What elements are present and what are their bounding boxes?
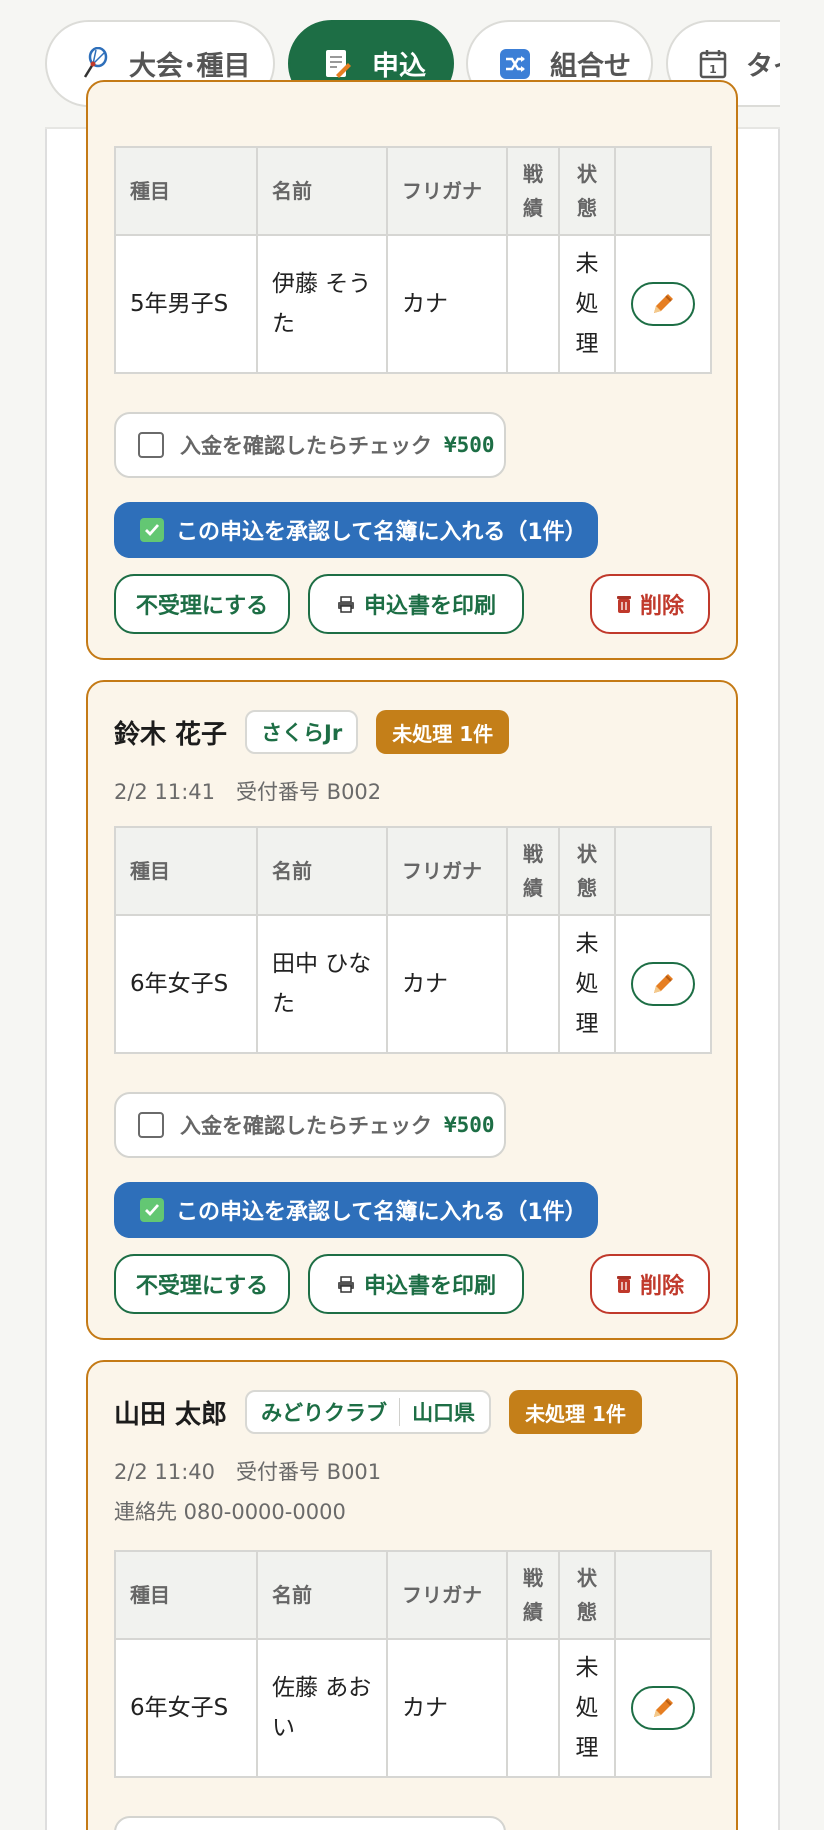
payment-amount: ¥500 — [444, 1113, 495, 1137]
payment-confirm-checkbox[interactable]: 入金を確認したらチェック ¥500 — [114, 412, 506, 478]
reject-button[interactable]: 不受理にする — [114, 1254, 290, 1314]
print-button[interactable]: 申込書を印刷 — [308, 574, 524, 634]
memo-icon — [320, 47, 354, 81]
cell-record — [506, 234, 560, 374]
table-row: 6年女子S 佐藤 あおい カナ 未処理 — [114, 1638, 712, 1778]
payment-confirm-checkbox[interactable]: 入金を確認したらチェック ¥500 — [114, 1092, 506, 1158]
payment-confirm-checkbox[interactable] — [114, 1816, 506, 1830]
col-name: 名前 — [256, 146, 388, 236]
payment-label: 入金を確認したらチェック — [180, 434, 432, 458]
cell-furigana: カナ — [386, 234, 508, 374]
delete-button[interactable]: 削除 — [590, 574, 710, 634]
application-card: 種目 名前 フリガナ 戦績 状態 5年男子S 伊藤 そうた カナ 未処理 入金を… — [86, 80, 738, 660]
checkbox[interactable] — [138, 432, 164, 458]
trash-icon — [616, 594, 632, 614]
cell-record — [506, 1638, 560, 1778]
col-record: 戦績 — [506, 826, 560, 916]
col-actions — [614, 146, 712, 236]
cell-event: 5年男子S — [114, 234, 258, 374]
applicant-name: 山田 太郎 — [114, 1399, 228, 1430]
edit-button[interactable] — [631, 1686, 695, 1730]
col-status: 状態 — [558, 826, 616, 916]
calendar-icon: 1 — [698, 47, 728, 81]
cell-status: 未処理 — [558, 914, 616, 1054]
payment-amount: ¥500 — [444, 433, 495, 457]
delete-button[interactable]: 削除 — [590, 1254, 710, 1314]
col-record: 戦績 — [506, 146, 560, 236]
edit-button[interactable] — [631, 962, 695, 1006]
printer-icon — [336, 1275, 356, 1293]
received-info: 2/2 11:40 受付番号 B001 — [114, 1460, 382, 1484]
svg-text:1: 1 — [709, 63, 717, 76]
tab-label: 大会･種目 — [129, 51, 251, 82]
club-tag: さくらJr — [245, 710, 359, 754]
printer-icon — [336, 595, 356, 613]
application-card: 山田 太郎 みどりクラブ 山口県 未処理 1件 2/2 11:40 受付番号 B… — [86, 1360, 738, 1830]
applicant-name: 鈴木 花子 — [114, 719, 228, 750]
cell-furigana: カナ — [386, 1638, 508, 1778]
approve-toggle[interactable]: この申込を承認して名簿に入れる（1件） — [114, 502, 598, 558]
contact-info: 連絡先 080-0000-0000 — [114, 1500, 346, 1524]
check-icon — [140, 518, 164, 542]
cell-name: 伊藤 そうた — [256, 234, 388, 374]
tab-label: 申込 — [372, 51, 426, 82]
cell-status: 未処理 — [558, 1638, 616, 1778]
print-button[interactable]: 申込書を印刷 — [308, 1254, 524, 1314]
pencil-icon — [654, 294, 673, 313]
cell-event: 6年女子S — [114, 914, 258, 1054]
col-furigana: フリガナ — [386, 146, 508, 236]
col-furigana: フリガナ — [386, 826, 508, 916]
cell-name: 佐藤 あおい — [256, 1638, 388, 1778]
prefecture: 山口県 — [412, 1401, 476, 1425]
tab-label: 組合せ — [550, 51, 631, 82]
cell-status: 未処理 — [558, 234, 616, 374]
pencil-icon — [654, 1698, 673, 1717]
col-actions — [614, 1550, 712, 1640]
col-name: 名前 — [256, 826, 388, 916]
entries-table: 種目 名前 フリガナ 戦績 状態 6年女子S 田中 ひなた カナ 未処理 — [114, 826, 712, 1054]
reject-button[interactable]: 不受理にする — [114, 574, 290, 634]
table-row: 5年男子S 伊藤 そうた カナ 未処理 — [114, 234, 712, 374]
status-badge: 未処理 1件 — [509, 1390, 642, 1434]
received-info: 2/2 11:41 受付番号 B002 — [114, 780, 382, 804]
col-record: 戦績 — [506, 1550, 560, 1640]
col-status: 状態 — [558, 146, 616, 236]
cell-furigana: カナ — [386, 914, 508, 1054]
col-furigana: フリガナ — [386, 1550, 508, 1640]
payment-label: 入金を確認したらチェック — [180, 1114, 432, 1138]
edit-button[interactable] — [631, 282, 695, 326]
approve-toggle[interactable]: この申込を承認して名簿に入れる（1件） — [114, 1182, 598, 1238]
club-tag: みどりクラブ 山口県 — [245, 1390, 492, 1434]
table-row: 6年女子S 田中 ひなた カナ 未処理 — [114, 914, 712, 1054]
tab-label: タイムテーブル — [746, 51, 780, 82]
checkbox[interactable] — [138, 1112, 164, 1138]
card-header: 山田 太郎 みどりクラブ 山口県 未処理 1件 — [114, 1390, 642, 1434]
approve-label: この申込を承認して名簿に入れる（1件） — [176, 1200, 587, 1225]
entries-table: 種目 名前 フリガナ 戦績 状態 6年女子S 佐藤 あおい カナ 未処理 — [114, 1550, 712, 1778]
approve-label: この申込を承認して名簿に入れる（1件） — [176, 520, 587, 545]
cell-record — [506, 914, 560, 1054]
col-name: 名前 — [256, 1550, 388, 1640]
shuttlecock-icon — [77, 46, 111, 81]
col-event: 種目 — [114, 826, 258, 916]
col-event: 種目 — [114, 1550, 258, 1640]
cell-event: 6年女子S — [114, 1638, 258, 1778]
cell-name: 田中 ひなた — [256, 914, 388, 1054]
shuffle-icon — [498, 47, 532, 81]
col-actions — [614, 826, 712, 916]
card-header: 鈴木 花子 さくらJr 未処理 1件 — [114, 710, 510, 754]
status-badge: 未処理 1件 — [376, 710, 510, 754]
application-card: 鈴木 花子 さくらJr 未処理 1件 2/2 11:41 受付番号 B002 種… — [86, 680, 738, 1340]
entries-table: 種目 名前 フリガナ 戦績 状態 5年男子S 伊藤 そうた カナ 未処理 — [114, 146, 712, 374]
check-icon — [140, 1198, 164, 1222]
col-status: 状態 — [558, 1550, 616, 1640]
pencil-icon — [654, 974, 673, 993]
trash-icon — [616, 1274, 632, 1294]
col-event: 種目 — [114, 146, 258, 236]
